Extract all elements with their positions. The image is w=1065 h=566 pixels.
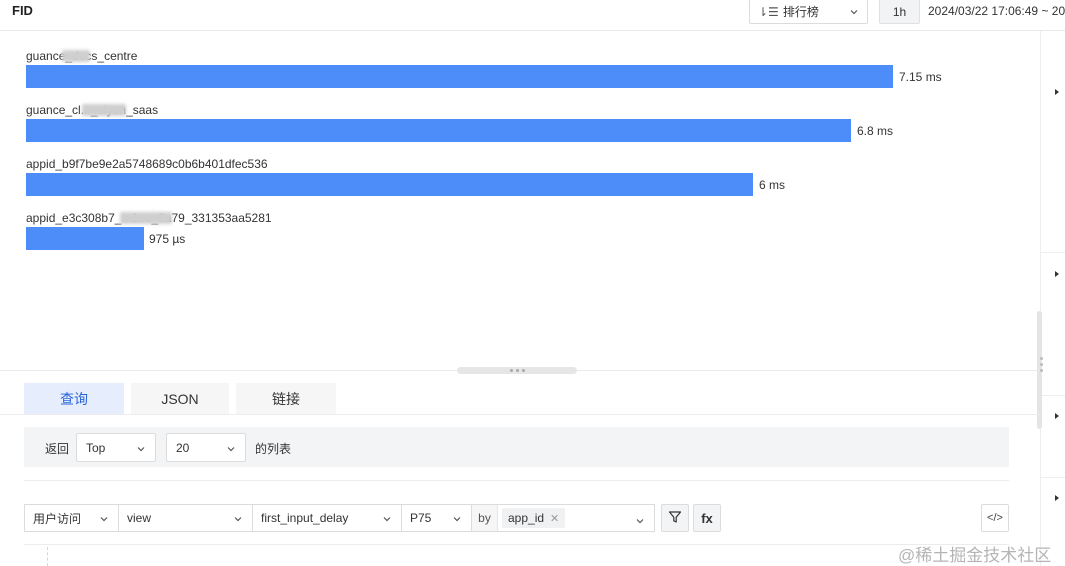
fx-icon: fx	[701, 510, 713, 526]
chart-type-select[interactable]: ⇂☰ 排行榜	[749, 0, 868, 24]
metric-select-value: first_input_delay	[261, 511, 349, 525]
expand-arrow-icon[interactable]	[1055, 89, 1059, 95]
return-suffix: 的列表	[255, 442, 292, 456]
dataset-select[interactable]: view	[118, 504, 253, 532]
order-select[interactable]: Top	[76, 433, 156, 462]
bar-label: appid_b9f7be9e2a5748689c0b6b401dfec536	[26, 157, 268, 171]
chevron-down-icon	[226, 443, 236, 457]
filter-icon	[668, 510, 682, 527]
ranking-row: guance_docs_centre 7.15 ms	[26, 49, 986, 99]
return-settings-panel: 返回 Top 20 的列表	[24, 427, 1009, 467]
return-label: 返回	[45, 442, 70, 456]
chevron-down-icon	[452, 513, 462, 527]
ranking-row: guance_cl..._..iyun_saas 6.8 ms	[26, 103, 986, 153]
ranking-chart: guance_docs_centre 7.15 ms guance_cl..._…	[0, 31, 1040, 369]
section-divider	[24, 544, 1009, 545]
time-range-text[interactable]: 2024/03/22 17:06:49 ~ 20	[928, 4, 1065, 18]
rail-divider	[1041, 252, 1065, 253]
dashed-guide	[47, 547, 48, 566]
source-select[interactable]: 用户访问	[24, 504, 119, 532]
bar[interactable]	[26, 119, 851, 142]
drag-handle-icon[interactable]	[1040, 357, 1043, 375]
by-label: by	[472, 505, 498, 531]
chevron-down-icon	[233, 513, 243, 527]
expand-arrow-icon[interactable]	[1055, 495, 1059, 501]
function-button[interactable]: fx	[693, 504, 721, 532]
tabs-divider	[0, 414, 1040, 415]
expand-arrow-icon[interactable]	[1055, 271, 1059, 277]
watermark: @稀土掘金技术社区	[898, 546, 1052, 565]
tab-query[interactable]: 查询	[24, 383, 124, 415]
right-panel-rail	[1037, 31, 1065, 566]
filter-button[interactable]	[661, 504, 689, 532]
order-select-value: Top	[86, 440, 106, 455]
bar[interactable]	[26, 227, 144, 250]
bar[interactable]	[26, 65, 893, 88]
bar-value: 6.8 ms	[857, 124, 894, 138]
section-divider	[24, 480, 1009, 481]
ranking-row: appid_e3c308b7_...1ee_8a79_331353aa5281 …	[26, 211, 986, 261]
bar-value: 6 ms	[759, 178, 786, 192]
sort-icon: ⇂☰	[758, 4, 779, 19]
chevron-down-icon	[136, 443, 146, 457]
group-by-select[interactable]: by app_id ✕	[471, 504, 655, 532]
group-by-tag-label: app_id	[508, 511, 545, 525]
group-by-tag: app_id ✕	[502, 508, 566, 528]
chevron-down-icon	[635, 513, 645, 531]
code-view-button[interactable]: </>	[981, 504, 1009, 532]
metric-select[interactable]: first_input_delay	[252, 504, 402, 532]
bar[interactable]	[26, 173, 753, 196]
redaction-blur	[82, 104, 126, 116]
tab-json[interactable]: JSON	[131, 383, 229, 415]
splitter-handle[interactable]	[457, 367, 577, 374]
redaction-blur	[120, 212, 172, 224]
aggregation-select-value: P75	[410, 511, 432, 525]
tab-link[interactable]: 链接	[236, 383, 336, 415]
code-icon: </>	[987, 512, 1003, 524]
dataset-select-value: view	[127, 511, 152, 525]
rail-divider	[1041, 395, 1065, 396]
bar-value: 975 µs	[149, 232, 186, 246]
bar-value: 7.15 ms	[899, 70, 942, 84]
count-select-value: 20	[176, 440, 190, 455]
close-icon[interactable]: ✕	[550, 512, 559, 525]
time-range-button[interactable]: 1h	[879, 0, 920, 24]
page: FID ⇂☰ 排行榜 1h 2024/03/22 17:06:49 ~ 20 g…	[0, 0, 1065, 566]
count-select[interactable]: 20	[166, 433, 246, 462]
aggregation-select[interactable]: P75	[401, 504, 472, 532]
ranking-row: appid_b9f7be9e2a5748689c0b6b401dfec536 6…	[26, 157, 986, 207]
rail-divider	[1041, 477, 1065, 478]
chevron-down-icon	[382, 513, 392, 527]
chart-header: FID ⇂☰ 排行榜 1h 2024/03/22 17:06:49 ~ 20	[0, 0, 1065, 31]
expand-arrow-icon[interactable]	[1055, 413, 1059, 419]
chevron-down-icon	[849, 6, 859, 20]
redaction-blur	[62, 50, 90, 62]
chart-title: FID	[12, 3, 33, 18]
chart-type-label: 排行榜	[782, 5, 819, 19]
chevron-down-icon	[99, 513, 109, 527]
source-select-value: 用户访问	[33, 511, 82, 526]
